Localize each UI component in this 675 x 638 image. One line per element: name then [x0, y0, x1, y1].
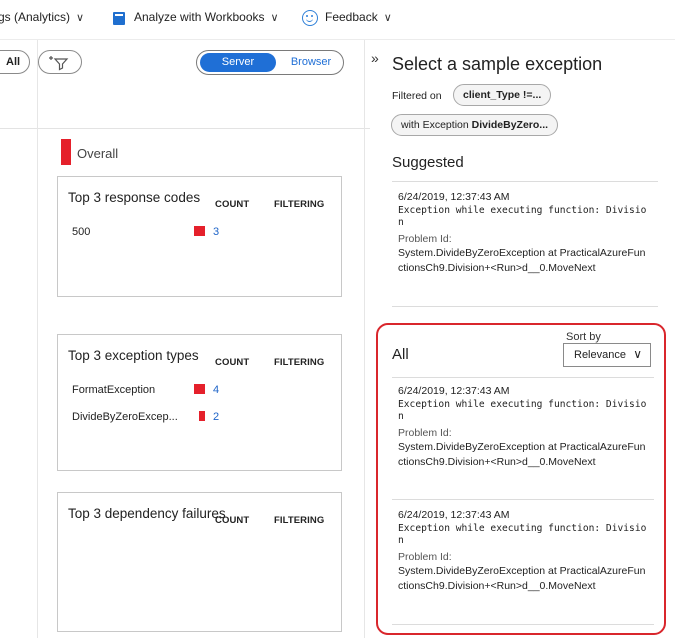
analyze-with-workbooks-menu[interactable]: Analyze with Workbooks ∨	[134, 10, 279, 24]
problem-id-label: Problem Id:	[398, 551, 452, 563]
analyze-with-workbooks-label: Analyze with Workbooks	[134, 10, 265, 24]
all-exception-item[interactable]: 6/24/2019, 12:37:43 AM Exception while e…	[398, 509, 650, 594]
count-bar	[194, 226, 205, 236]
server-toggle-option[interactable]: Server	[200, 53, 276, 72]
count-header: COUNT	[215, 515, 250, 526]
exception-filter-value: DivideByZero...	[471, 119, 549, 131]
feedback-label: Feedback	[325, 10, 378, 24]
chevron-down-icon: ∨	[633, 347, 642, 361]
count-header: COUNT	[215, 199, 250, 210]
problem-id-value: System.DivideByZeroException at Practica…	[398, 247, 646, 274]
count-bar	[199, 411, 205, 421]
all-title: All	[392, 346, 409, 363]
panel-divider	[364, 40, 365, 638]
exception-types-card: Top 3 exception types COUNT FILTERING Fo…	[57, 334, 342, 471]
suggested-bottom-divider	[392, 306, 658, 307]
client-type-filter-chip[interactable]: client_Type !=...	[453, 84, 552, 106]
exception-filter-prefix: with Exception	[401, 119, 472, 131]
sort-by-label: Sort by	[566, 331, 601, 343]
left-gutter-divider	[37, 40, 38, 638]
exception-message: Exception while executing function: Divi…	[398, 399, 647, 422]
problem-id-value: System.DivideByZeroException at Practica…	[398, 441, 646, 468]
count-header: COUNT	[215, 357, 250, 368]
expand-panel-icon[interactable]: »	[371, 50, 379, 66]
table-row[interactable]: DivideByZeroExcep... 2	[58, 409, 341, 427]
table-row[interactable]: FormatException 4	[58, 382, 341, 400]
filtering-header: FILTERING	[274, 515, 325, 526]
all-filter-pill[interactable]: All	[0, 50, 30, 74]
response-codes-card: Top 3 response codes COUNT FILTERING 500…	[57, 176, 342, 297]
count-bar	[194, 384, 205, 394]
browser-toggle-option[interactable]: Browser	[283, 53, 339, 72]
chevron-down-icon: ∨	[270, 12, 279, 24]
exception-type-name: FormatException	[72, 384, 156, 396]
count-value[interactable]: 2	[213, 411, 219, 423]
all-item-divider	[392, 499, 654, 500]
problem-id-label: Problem Id:	[398, 233, 452, 245]
add-filter-button[interactable]	[38, 50, 82, 74]
overall-label: Overall	[77, 146, 119, 161]
exception-message: Exception while executing function: Divi…	[398, 205, 647, 228]
top-toolbar: gs (Analytics) ∨ Analyze with Workbooks ∨ …	[0, 0, 675, 40]
exception-timestamp: 6/24/2019, 12:37:43 AM	[398, 509, 510, 521]
suggested-divider	[392, 181, 658, 182]
sort-by-value: Relevance	[574, 349, 626, 361]
suggested-title: Suggested	[392, 154, 464, 171]
client-type-filter-text: client_Type !=...	[463, 89, 542, 101]
dependency-failures-card: Top 3 dependency failures COUNT FILTERIN…	[57, 492, 342, 632]
workbook-icon	[113, 12, 125, 25]
exception-type-name: DivideByZeroExcep...	[72, 411, 178, 423]
filtering-header: FILTERING	[274, 357, 325, 368]
suggested-exception-item[interactable]: 6/24/2019, 12:37:43 AM Exception while e…	[398, 191, 650, 276]
panel-title: Select a sample exception	[392, 54, 603, 74]
server-browser-toggle: Server Browser	[196, 50, 344, 75]
dependency-failures-title: Top 3 dependency failures	[68, 506, 226, 521]
exception-filter-chip[interactable]: with Exception DivideByZero...	[391, 114, 559, 136]
section-divider	[0, 128, 370, 129]
logs-analytics-menu[interactable]: gs (Analytics) ∨	[0, 10, 84, 24]
feedback-menu[interactable]: Feedback ∨	[325, 10, 392, 24]
response-codes-title: Top 3 response codes	[68, 190, 201, 205]
table-row[interactable]: 500 3	[58, 224, 341, 242]
smiley-feedback-icon	[302, 10, 318, 26]
count-value[interactable]: 3	[213, 226, 219, 238]
filtering-header: FILTERING	[274, 199, 325, 210]
problem-id-value: System.DivideByZeroException at Practica…	[398, 565, 646, 592]
exception-message: Exception while executing function: Divi…	[398, 523, 647, 546]
all-divider	[392, 377, 654, 378]
add-filter-icon	[49, 56, 69, 71]
logs-analytics-label: gs (Analytics)	[0, 10, 71, 24]
response-code: 500	[72, 226, 91, 238]
exception-timestamp: 6/24/2019, 12:37:43 AM	[398, 385, 510, 397]
chevron-down-icon: ∨	[383, 12, 392, 24]
problem-id-label: Problem Id:	[398, 427, 452, 439]
chevron-down-icon: ∨	[76, 12, 85, 24]
exception-timestamp: 6/24/2019, 12:37:43 AM	[398, 191, 510, 203]
all-bottom-divider	[392, 624, 654, 625]
exception-types-title: Top 3 exception types	[68, 348, 199, 363]
all-exception-item[interactable]: 6/24/2019, 12:37:43 AM Exception while e…	[398, 385, 650, 470]
count-value[interactable]: 4	[213, 384, 219, 396]
sort-by-select[interactable]: Relevance ∨	[563, 343, 651, 367]
filtered-on-label: Filtered on	[392, 90, 442, 102]
overall-bar	[61, 139, 71, 165]
all-filter-label: All	[6, 56, 21, 68]
